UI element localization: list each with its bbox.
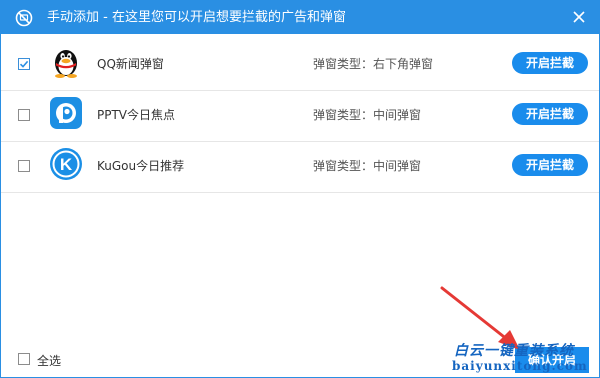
qq-penguin-icon [55, 50, 77, 78]
enable-block-button[interactable]: 开启拦截 [512, 52, 588, 74]
select-all-checkbox[interactable] [18, 353, 30, 365]
block-icon [15, 9, 33, 27]
app-name: KuGou今日推荐 [97, 159, 185, 173]
app-name: QQ新闻弹窗 [97, 57, 164, 71]
svg-text:K: K [60, 155, 73, 174]
row-checkbox[interactable] [18, 58, 30, 70]
enable-block-button[interactable]: 开启拦截 [512, 154, 588, 176]
close-icon[interactable] [569, 7, 589, 27]
watermark-title: 白云一键重装系统 [454, 343, 574, 359]
title-bar: 手动添加 - 在这里您可以开启想要拦截的广告和弹窗 [1, 1, 599, 34]
list-item-qq-news: QQ新闻弹窗 弹窗类型：右下角弹窗 开启拦截 [1, 40, 599, 91]
watermark: 白云一键重装系统 baiyunxitong.com [448, 340, 598, 378]
popup-type: 弹窗类型：右下角弹窗 [313, 57, 434, 71]
watermark-url: baiyunxitong.com [452, 359, 588, 373]
select-all-label[interactable]: 全选 [37, 352, 61, 369]
kugou-icon: K [50, 148, 82, 180]
row-checkbox[interactable] [18, 160, 30, 172]
list-item-kugou: K KuGou今日推荐 弹窗类型：中间弹窗 开启拦截 [1, 142, 599, 193]
popup-type: 弹窗类型：中间弹窗 [313, 108, 422, 122]
popup-type: 弹窗类型：中间弹窗 [313, 159, 422, 173]
checkmark-icon [19, 60, 29, 68]
list-item-pptv: PPTV今日焦点 弹窗类型：中间弹窗 开启拦截 [1, 91, 599, 142]
row-checkbox[interactable] [18, 109, 30, 121]
enable-block-button[interactable]: 开启拦截 [512, 103, 588, 125]
pptv-icon [50, 97, 82, 129]
app-name: PPTV今日焦点 [97, 108, 176, 122]
dialog-title: 手动添加 - 在这里您可以开启想要拦截的广告和弹窗 [47, 10, 346, 25]
